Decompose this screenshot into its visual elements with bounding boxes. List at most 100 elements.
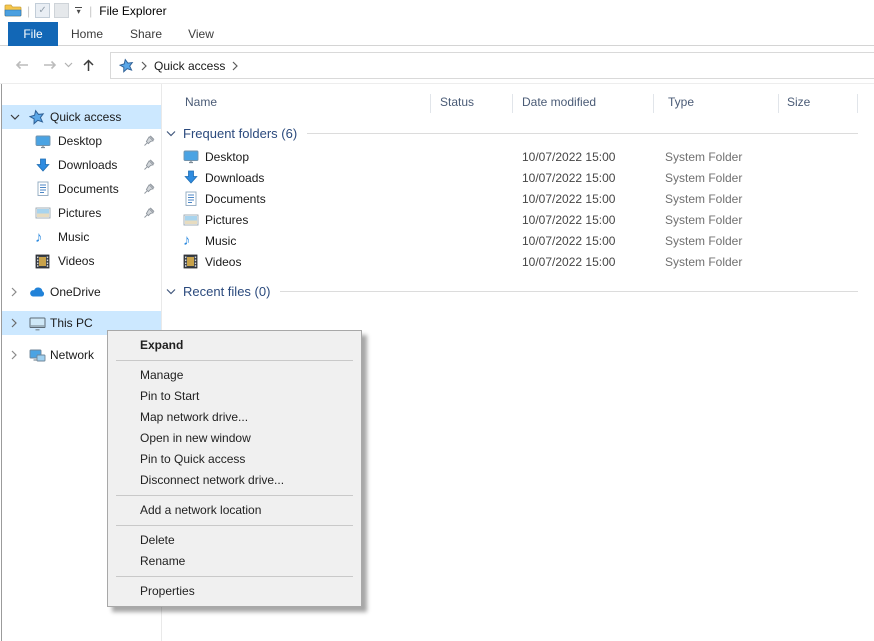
menu-item-delete[interactable]: Delete	[108, 530, 361, 551]
tab-home[interactable]: Home	[62, 22, 112, 46]
column-separator	[430, 94, 431, 113]
tab-file[interactable]: File	[8, 22, 58, 46]
sidebar-item-label: Pictures	[58, 206, 101, 220]
qat-new-folder-icon[interactable]	[54, 3, 69, 18]
file-date-modified: 10/07/2022 15:00	[522, 255, 665, 269]
address-bar[interactable]: Quick access	[110, 52, 874, 79]
sidebar-item-pictures[interactable]: Pictures	[2, 201, 161, 225]
recent-locations-chevron-icon[interactable]	[62, 55, 74, 75]
chevron-down-icon[interactable]	[166, 130, 176, 137]
sidebar-item-documents[interactable]: Documents	[2, 177, 161, 201]
file-row-documents[interactable]: Documents 10/07/2022 15:00 System Folder	[162, 188, 874, 209]
file-name: Videos	[205, 255, 522, 269]
desktop-icon	[35, 134, 51, 149]
file-type: System Folder	[665, 171, 874, 185]
breadcrumb-location[interactable]: Quick access	[154, 59, 225, 73]
group-header-frequent-folders[interactable]: Frequent folders (6)	[162, 120, 874, 146]
group-header-label: Frequent folders (6)	[183, 126, 297, 141]
menu-item-map-network-drive[interactable]: Map network drive...	[108, 407, 361, 428]
sidebar-item-downloads[interactable]: Downloads	[2, 153, 161, 177]
menu-item-add-a-network-location[interactable]: Add a network location	[108, 500, 361, 521]
file-name: Music	[205, 234, 522, 248]
menu-item-pin-to-quick-access[interactable]: Pin to Quick access	[108, 449, 361, 470]
network-icon	[29, 348, 46, 363]
file-date-modified: 10/07/2022 15:00	[522, 171, 665, 185]
menu-separator	[116, 525, 353, 526]
breadcrumb-chevron-icon[interactable]	[232, 61, 238, 71]
desktop-icon	[183, 149, 205, 164]
menu-separator	[116, 495, 353, 496]
titlebar: | ✓ ▾ | File Explorer	[0, 0, 874, 21]
sidebar-item-label: This PC	[50, 316, 93, 330]
menu-item-properties[interactable]: Properties	[108, 581, 361, 602]
file-type: System Folder	[665, 255, 874, 269]
column-header-size[interactable]: Size	[787, 95, 810, 109]
chevron-right-icon[interactable]	[10, 318, 22, 328]
column-separator	[512, 94, 513, 113]
back-arrow-icon[interactable]	[12, 55, 32, 75]
sidebar-item-label: Videos	[58, 254, 94, 268]
column-header-row: Name Status Date modified Type Size	[162, 90, 874, 116]
breadcrumb-chevron-icon[interactable]	[141, 61, 147, 71]
sidebar-item-label: Downloads	[58, 158, 117, 172]
group-rule	[307, 133, 858, 134]
sidebar-item-music[interactable]: ♪ Music	[2, 225, 161, 249]
ribbon-tabstrip: File Home Share View	[0, 21, 874, 46]
menu-item-manage[interactable]: Manage	[108, 365, 361, 386]
chevron-down-icon[interactable]	[166, 288, 176, 295]
titlebar-separator: |	[89, 4, 92, 18]
menu-separator	[116, 576, 353, 577]
file-date-modified: 10/07/2022 15:00	[522, 192, 665, 206]
column-separator	[653, 94, 654, 113]
music-note-icon: ♪	[35, 230, 43, 245]
group-header-recent-files[interactable]: Recent files (0)	[162, 278, 874, 304]
forward-arrow-icon[interactable]	[40, 55, 60, 75]
file-row-music[interactable]: ♪ Music 10/07/2022 15:00 System Folder	[162, 230, 874, 251]
group-header-label: Recent files (0)	[183, 284, 270, 299]
this-pc-monitor-icon	[29, 316, 46, 331]
sidebar-item-label: Quick access	[50, 110, 121, 124]
menu-item-expand[interactable]: Expand	[108, 335, 361, 356]
column-header-date-modified[interactable]: Date modified	[522, 95, 596, 109]
menu-item-open-in-new-window[interactable]: Open in new window	[108, 428, 361, 449]
chevron-right-icon[interactable]	[10, 287, 22, 297]
file-rows: Desktop 10/07/2022 15:00 System Folder D…	[162, 146, 874, 272]
quick-access-star-icon	[29, 109, 45, 125]
sidebar-item-label: Documents	[58, 182, 119, 196]
tab-view[interactable]: View	[176, 22, 226, 46]
file-row-desktop[interactable]: Desktop 10/07/2022 15:00 System Folder	[162, 146, 874, 167]
up-arrow-icon[interactable]	[78, 55, 98, 75]
pin-icon	[143, 207, 155, 222]
customize-toolbar-chevron-icon[interactable]: ▾	[75, 7, 82, 15]
chevron-down-icon[interactable]	[10, 113, 22, 121]
file-row-downloads[interactable]: Downloads 10/07/2022 15:00 System Folder	[162, 167, 874, 188]
menu-item-rename[interactable]: Rename	[108, 551, 361, 572]
file-explorer-window: | ✓ ▾ | File Explorer File Home Share Vi…	[0, 0, 874, 641]
column-header-type[interactable]: Type	[668, 95, 694, 109]
picture-icon	[183, 213, 205, 227]
file-date-modified: 10/07/2022 15:00	[522, 150, 665, 164]
file-type: System Folder	[665, 150, 874, 164]
sidebar-item-videos[interactable]: Videos	[2, 249, 161, 273]
sidebar-item-desktop[interactable]: Desktop	[2, 129, 161, 153]
menu-item-pin-to-start[interactable]: Pin to Start	[108, 386, 361, 407]
download-arrow-icon	[35, 158, 51, 173]
film-frame-icon	[35, 254, 50, 269]
group-rule	[280, 291, 858, 292]
sidebar-item-onedrive[interactable]: OneDrive	[2, 280, 161, 304]
tab-share[interactable]: Share	[121, 22, 171, 46]
file-row-pictures[interactable]: Pictures 10/07/2022 15:00 System Folder	[162, 209, 874, 230]
sidebar-item-quick-access[interactable]: Quick access	[2, 105, 161, 129]
file-name: Downloads	[205, 171, 522, 185]
chevron-right-icon[interactable]	[10, 350, 22, 360]
column-header-name[interactable]: Name	[185, 95, 217, 109]
menu-item-disconnect-network-drive[interactable]: Disconnect network drive...	[108, 470, 361, 491]
sidebar-item-label: Music	[58, 230, 89, 244]
qat-properties-check-icon[interactable]: ✓	[35, 3, 50, 18]
document-icon	[35, 181, 51, 197]
film-frame-icon	[183, 254, 205, 269]
file-name: Desktop	[205, 150, 522, 164]
pin-icon	[143, 135, 155, 150]
column-header-status[interactable]: Status	[440, 95, 474, 109]
file-row-videos[interactable]: Videos 10/07/2022 15:00 System Folder	[162, 251, 874, 272]
